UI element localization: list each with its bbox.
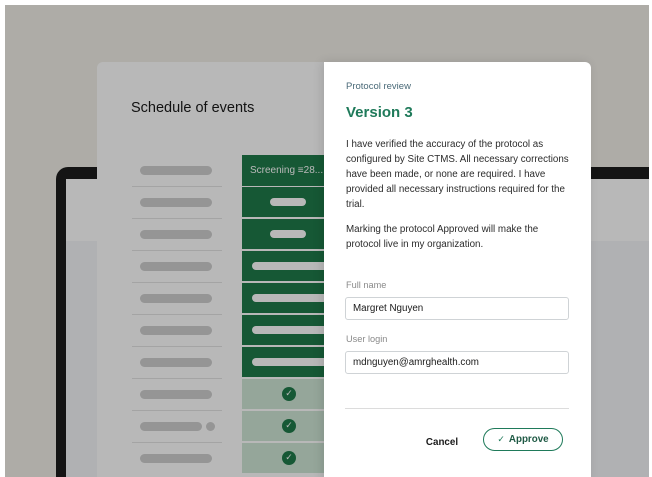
user-login-label: User login xyxy=(346,334,388,344)
footer-divider xyxy=(345,408,569,409)
cancel-button[interactable]: Cancel xyxy=(417,433,467,451)
approve-button[interactable]: ✓ Approve xyxy=(483,428,563,451)
check-icon: ✓ xyxy=(497,435,505,445)
panel-title: Version 3 xyxy=(346,104,413,121)
protocol-review-panel: Protocol review Version 3 I have verifie… xyxy=(324,62,591,477)
panel-eyebrow: Protocol review xyxy=(346,81,411,92)
full-name-field[interactable] xyxy=(345,297,569,320)
user-login-field[interactable] xyxy=(345,351,569,374)
verification-statement: I have verified the accuracy of the prot… xyxy=(346,139,569,210)
stage: Schedule of events ✓ ✓ ✓ Screening ≡28..… xyxy=(5,5,649,477)
approve-label: Approve xyxy=(508,434,549,445)
approval-notice: Marking the protocol Approved will make … xyxy=(346,224,539,250)
full-name-label: Full name xyxy=(346,280,387,290)
